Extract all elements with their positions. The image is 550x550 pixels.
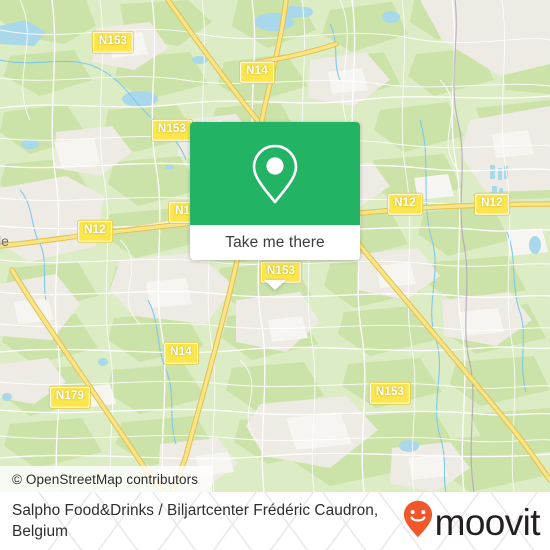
take-me-there-button[interactable]: Take me there [190,225,360,260]
moovit-logo[interactable]: moovit [403,500,541,543]
place-title: Salpho Food&Drinks / Biljartcenter Frédé… [12,502,379,540]
moovit-wordmark: moovit [434,501,541,543]
location-callout-card[interactable]: Take me there [190,122,360,290]
moovit-pin-smiley-icon [403,500,433,543]
map-place-label: le [0,233,9,249]
callout-header [190,122,360,225]
map-pin-icon [251,143,299,205]
osm-attribution[interactable]: © OpenStreetMap contributors [0,466,213,492]
map-share-card: .grn { fill:#dcecc4; } .frst { fill:#cbe… [0,0,550,550]
callout-pointer [264,280,286,290]
footer-bar: Salpho Food&Drinks / Biljartcenter Frédé… [0,492,550,550]
